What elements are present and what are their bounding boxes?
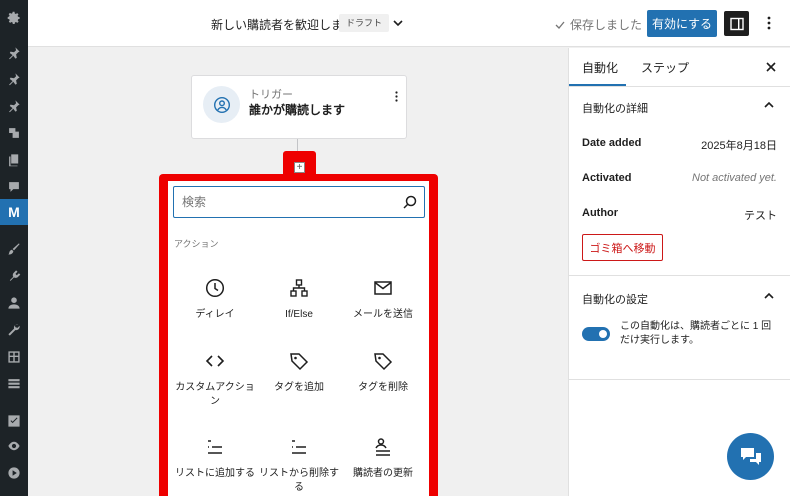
trigger-label: トリガー [249,89,293,101]
activated-value: Not activated yet. [692,172,777,184]
mailpoet-icon[interactable]: M [0,199,28,225]
envelope-icon [374,281,392,295]
brush-icon[interactable] [5,240,23,258]
block-if-else[interactable]: If/Else [259,277,339,322]
settings-section-title[interactable]: 自動化の設定 [582,291,648,307]
wrench-icon[interactable] [5,321,23,339]
run-once-toggle[interactable] [582,327,610,341]
block-add-tag[interactable]: タグを追加 [259,350,339,395]
branch-icon [290,279,308,297]
run-once-label: この自動化は、購読者ごとに 1 回だけ実行します。 [620,321,772,346]
divider [569,379,790,380]
trigger-avatar [203,86,240,123]
toggle-knob [599,330,607,338]
play-icon[interactable] [5,464,23,482]
comments-icon[interactable] [5,178,23,196]
sidebar-icon [729,17,744,30]
editor-header: 新しい購読者を歓迎します ドラフト 保存しました 有効にする [28,0,790,47]
pin-icon[interactable] [5,97,23,115]
chevron-down-icon[interactable] [390,15,406,31]
block-remove-from-list[interactable]: リストから削除する [259,436,339,495]
code-icon [205,355,225,367]
activate-button[interactable]: 有効にする [647,10,717,37]
tab-steps[interactable]: ステップ [641,59,689,76]
list-view-icon[interactable] [5,375,23,393]
pages-icon[interactable] [5,151,23,169]
user-icon[interactable] [5,294,23,312]
checklist-icon[interactable] [5,412,23,430]
more-vertical-icon [767,16,771,30]
block-send-email[interactable]: メールを送信 [343,277,423,322]
section-label: アクション [174,239,219,249]
close-icon[interactable] [764,60,778,74]
block-label: If/Else [285,309,313,320]
saved-label: 保存しました [570,18,643,32]
settings-grid-icon[interactable] [5,348,23,366]
user-circle-icon [213,96,230,113]
workflow-canvas: トリガー 誰かが購読します + アクション ディレイ If/Else メールを送… [28,48,568,496]
eye-icon[interactable] [5,437,23,455]
block-add-to-list[interactable]: リストに追加する [175,436,255,481]
tag-icon [374,353,393,371]
gear-icon[interactable] [5,9,23,27]
add-step-button[interactable]: + [294,162,305,173]
date-added-label: Date added [582,137,642,149]
block-delay[interactable]: ディレイ [175,277,255,322]
sidebar-toggle-button[interactable] [724,11,749,36]
block-update-subscriber[interactable]: 購読者の更新 [343,436,423,481]
date-added-value: 2025年8月18日 [701,140,777,152]
details-section-title[interactable]: 自動化の詳細 [582,100,648,116]
block-label: リストから削除する [259,468,339,493]
list-icon [292,440,306,454]
status-badge: ドラフト [339,14,390,32]
more-vertical-icon [394,90,398,102]
list-icon [208,440,222,454]
trigger-card[interactable]: トリガー 誰かが購読します [191,75,407,139]
block-label: タグを追加 [274,382,324,393]
saved-status: 保存しました [554,16,642,33]
chevron-up-icon[interactable] [762,98,776,112]
pin-icon[interactable] [5,44,23,62]
chevron-up-icon[interactable] [762,289,776,303]
activated-label: Activated [582,172,632,184]
block-label: 購読者の更新 [353,468,413,479]
clock-icon [205,278,225,298]
chat-icon [740,447,761,465]
user-list-icon [375,438,390,456]
divider [569,86,790,87]
automation-title[interactable]: 新しい購読者を歓迎します [211,16,355,33]
check-icon [555,21,565,29]
move-to-trash-button[interactable]: ゴミ箱へ移動 [582,234,663,261]
trigger-title: 誰かが購読します [249,103,346,117]
author-label: Author [582,207,619,219]
settings-panel: 自動化 ステップ 自動化の詳細 Date added 2025年8月18日 Ac… [568,48,790,496]
author-value: テスト [744,210,777,222]
tag-icon [290,353,309,371]
block-label: ディレイ [195,309,235,320]
trigger-options-button[interactable] [391,89,401,103]
block-label: カスタムアクション [175,382,255,407]
search-field[interactable] [173,186,425,218]
help-chat-button[interactable] [727,433,774,480]
block-custom-action[interactable]: カスタムアクション [175,350,255,409]
block-label: メールを送信 [353,309,413,320]
admin-sidebar: M [0,0,28,496]
block-remove-tag[interactable]: タグを削除 [343,350,423,395]
tab-automation[interactable]: 自動化 [582,59,618,76]
pin-icon[interactable] [5,70,23,88]
block-label: タグを削除 [358,382,408,393]
divider [569,275,790,276]
search-input[interactable] [182,194,382,210]
options-menu-button[interactable] [760,13,778,33]
block-label: リストに追加する [175,468,255,479]
plugin-icon[interactable] [5,267,23,285]
step-inserter-popover: アクション ディレイ If/Else メールを送信 カスタムアクション タグを追… [168,181,429,496]
media-icon[interactable] [5,124,23,142]
search-icon [403,195,417,209]
